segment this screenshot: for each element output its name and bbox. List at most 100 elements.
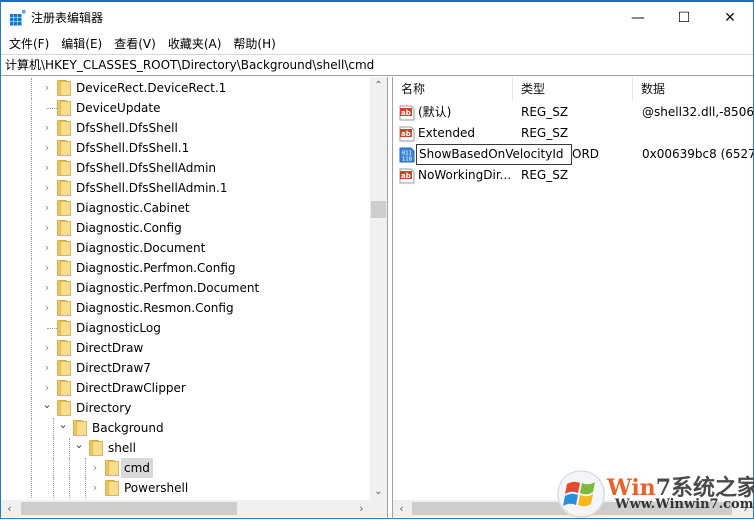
tree-item-label[interactable]: DfsShell.DfsShellAdmin [73,158,219,178]
menu-help[interactable]: 帮助(H) [227,34,281,54]
windows-logo-icon [557,470,605,518]
tree-item-label[interactable]: DirectDrawClipper [73,378,189,398]
tree-item[interactable]: ⌄ Background [1,418,370,438]
tree-item[interactable]: › Diagnostic.Document [1,238,370,258]
tree-item-label[interactable]: Diagnostic.Resmon.Config [73,298,237,318]
value-name[interactable]: Extended [418,123,475,144]
tree-vscroll-thumb[interactable] [371,201,386,218]
tree-item-label[interactable]: DfsShell.DfsShell.1 [73,138,192,158]
tree-item-label[interactable]: DeviceUpdate [73,98,164,118]
address-bar[interactable]: 计算机\HKEY_CLASSES_ROOT\Directory\Backgrou… [1,54,753,76]
maximize-button[interactable]: ☐ [661,2,707,33]
chevron-right-icon[interactable]: › [89,460,101,476]
tree-item[interactable]: › DeviceRect.DeviceRect.1 [1,78,370,98]
chevron-right-icon[interactable]: › [41,180,53,196]
chevron-right-icon[interactable]: › [41,360,53,376]
tree-hscroll-thumb[interactable] [21,502,237,515]
value-row[interactable]: 011 110 ShowBasedOnVelocityId ORD 0x00639bc8… [393,144,753,165]
tree-guide-line [31,98,32,118]
value-data: 0x00639bc8 (65279 [642,147,753,161]
key-tree: › DeviceRect.DeviceRect.1 DeviceUpdate › Dfs… [1,77,370,500]
chevron-right-icon[interactable]: › [41,260,53,276]
tree-item[interactable]: › DfsShell.DfsShell.1 [1,138,370,158]
chevron-down-icon[interactable]: ⌄ [57,417,69,433]
tree-item-label[interactable]: DfsShell.DfsShellAdmin.1 [73,178,231,198]
chevron-right-icon[interactable]: › [41,80,53,96]
tree-item[interactable]: › DirectDraw7 [1,358,370,378]
tree-guide-line [31,138,32,158]
scroll-down-icon[interactable]: ⌄ [370,483,387,500]
value-name[interactable]: NoWorkingDir... [418,165,511,186]
chevron-right-icon[interactable]: › [41,340,53,356]
tree-item[interactable]: › DirectDraw [1,338,370,358]
chevron-right-icon[interactable]: › [41,160,53,176]
chevron-right-icon[interactable]: › [41,220,53,236]
tree-item[interactable]: › Powershell [1,478,370,498]
tree-item[interactable]: › Diagnostic.Cabinet [1,198,370,218]
tree-item[interactable]: ⌄ shell [1,438,370,458]
chevron-down-icon[interactable]: ⌄ [73,437,85,453]
tree-item-label[interactable]: cmd [121,458,153,478]
tree-item-label[interactable]: shell [105,438,139,458]
tree-item-label[interactable]: DirectDraw7 [73,358,154,378]
tree-item[interactable]: › Diagnostic.Config [1,218,370,238]
tree-item-label[interactable]: Diagnostic.Document [73,238,208,258]
value-row[interactable]: ab Extended REG_SZ [393,123,753,144]
tree-item-label[interactable]: Diagnostic.Perfmon.Config [73,258,239,278]
tree-item-label[interactable]: Directory [73,398,134,418]
tree-item[interactable]: ⌄ Directory [1,398,370,418]
tree-item[interactable]: DeviceUpdate [1,98,370,118]
scroll-left-icon[interactable]: ‹ [1,500,18,517]
scroll-up-icon[interactable]: ⌃ [370,77,387,94]
chevron-right-icon[interactable]: › [41,300,53,316]
tree-item[interactable]: › DfsShell.DfsShell [1,118,370,138]
chevron-right-icon[interactable]: › [41,280,53,296]
close-button[interactable]: ✕ [707,2,753,33]
title-bar[interactable]: 注册表编辑器 — ☐ ✕ [1,2,753,33]
tree-horizontal-scrollbar[interactable]: ‹ › [1,500,370,517]
tree-item-label[interactable]: Background [89,418,167,438]
scroll-left-icon[interactable]: ‹ [393,500,410,517]
tree-item-label[interactable]: DeviceRect.DeviceRect.1 [73,78,229,98]
value-name[interactable]: (默认) [418,102,451,123]
tree-item-label[interactable]: DfsShell.DfsShell [73,118,181,138]
tree-item-label[interactable]: Powershell [121,478,191,498]
menu-view[interactable]: 查看(V) [108,34,162,54]
column-header-data[interactable]: 数据 [633,77,753,101]
tree-item[interactable]: › Diagnostic.Perfmon.Config [1,258,370,278]
tree-item[interactable]: › cmd [1,458,370,478]
tree-item[interactable]: DiagnosticLog [1,318,370,338]
tree-item[interactable]: › DirectDrawClipper [1,378,370,398]
chevron-right-icon[interactable]: › [41,200,53,216]
tree-item-label[interactable]: Diagnostic.Cabinet [73,198,193,218]
chevron-down-icon[interactable]: ⌄ [41,397,53,413]
tree-item[interactable]: › DfsShell.DfsShellAdmin [1,158,370,178]
folder-icon [57,200,71,216]
tree-vertical-scrollbar[interactable]: ⌃ ⌄ [370,77,387,500]
tree-item[interactable]: › DfsShell.DfsShellAdmin.1 [1,178,370,198]
tree-item-label[interactable]: Diagnostic.Perfmon.Document [73,278,262,298]
value-data: @shell32.dll,-8506 [642,105,753,119]
tree-guide-line [31,318,32,338]
tree-item[interactable]: › Diagnostic.Resmon.Config [1,298,370,318]
menu-edit[interactable]: 编辑(E) [55,34,108,54]
chevron-right-icon[interactable]: › [41,240,53,256]
menu-file[interactable]: 文件(F) [3,34,55,54]
value-row[interactable]: ab (默认) REG_SZ @shell32.dll,-8506 [393,102,753,123]
chevron-right-icon[interactable]: › [41,120,53,136]
tree-item[interactable]: › Diagnostic.Perfmon.Document [1,278,370,298]
minimize-button[interactable]: — [615,2,661,33]
column-header-type[interactable]: 类型 [513,77,633,101]
menu-favorites[interactable]: 收藏夹(A) [162,34,228,54]
column-header-name[interactable]: 名称 [393,77,513,101]
tree-guide-line [31,118,32,138]
tree-item-label[interactable]: DirectDraw [73,338,146,358]
scroll-right-icon[interactable]: › [353,500,370,517]
value-row[interactable]: ab NoWorkingDir... REG_SZ [393,165,753,186]
rename-input[interactable]: ShowBasedOnVelocityId [416,144,572,165]
chevron-right-icon[interactable]: › [89,480,101,496]
chevron-right-icon[interactable]: › [41,380,53,396]
chevron-right-icon[interactable]: › [41,140,53,156]
tree-item-label[interactable]: Diagnostic.Config [73,218,185,238]
tree-item-label[interactable]: DiagnosticLog [73,318,164,338]
